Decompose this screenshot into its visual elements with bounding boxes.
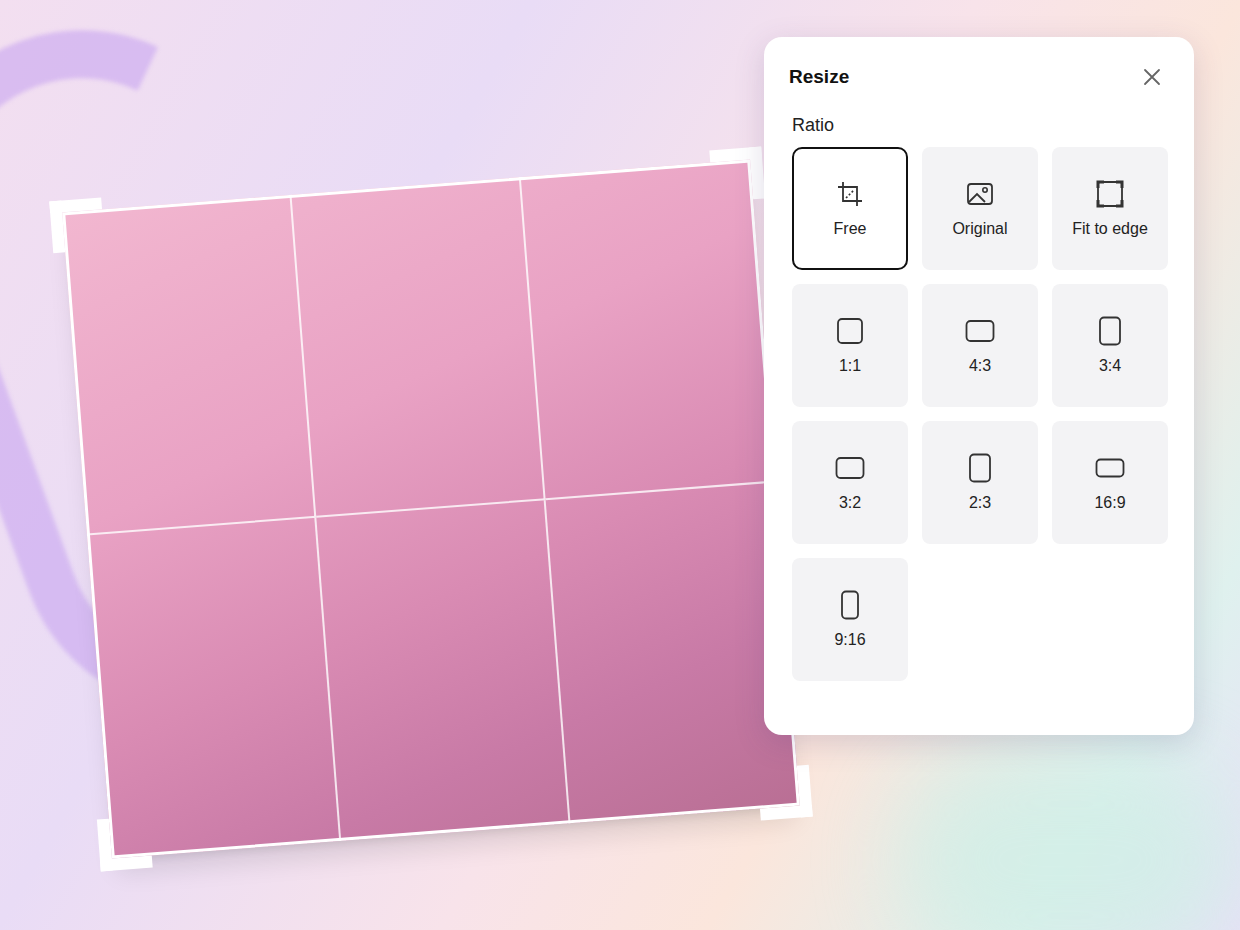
free-ratio-icon bbox=[835, 179, 865, 209]
wide-ratio-icon bbox=[1095, 453, 1125, 483]
ratio-option[interactable]: 1:1 bbox=[792, 284, 908, 407]
ratio-option[interactable]: Fit to edge bbox=[1052, 147, 1168, 270]
ratio-option[interactable]: 2:3 bbox=[922, 421, 1038, 544]
ratio-option[interactable]: Free bbox=[792, 147, 908, 270]
original-ratio-icon bbox=[965, 179, 995, 209]
photo[interactable] bbox=[62, 159, 800, 858]
ratio-label: 1:1 bbox=[839, 356, 861, 376]
square-ratio-icon bbox=[835, 316, 865, 346]
ratio-grid: Free Original Fit to edge 1:1 4:3 3:4 3:2 2:3 16… bbox=[792, 147, 1166, 681]
tall-ratio-icon bbox=[835, 590, 865, 620]
ratio-option[interactable]: 3:4 bbox=[1052, 284, 1168, 407]
ratio-option[interactable]: 16:9 bbox=[1052, 421, 1168, 544]
ratio-option[interactable]: Original bbox=[922, 147, 1038, 270]
portrait-ratio-icon bbox=[965, 453, 995, 483]
crop-handle[interactable] bbox=[757, 765, 813, 821]
ratio-label: 9:16 bbox=[834, 630, 865, 650]
ratio-label: 2:3 bbox=[969, 493, 991, 513]
close-button[interactable] bbox=[1138, 63, 1166, 91]
landscape-ratio-icon bbox=[965, 316, 995, 346]
resize-panel: Resize Ratio Free Original Fit to edge 1:1 4… bbox=[764, 37, 1194, 735]
landscape-ratio-icon bbox=[835, 453, 865, 483]
photo-image bbox=[62, 159, 800, 858]
fit-ratio-icon bbox=[1095, 179, 1125, 209]
panel-header: Resize bbox=[792, 63, 1166, 91]
ratio-label: 4:3 bbox=[969, 356, 991, 376]
crop-handle[interactable] bbox=[49, 197, 105, 253]
ratio-label: 3:4 bbox=[1099, 356, 1121, 376]
ratio-label: 16:9 bbox=[1094, 493, 1125, 513]
close-icon bbox=[1143, 68, 1161, 86]
crop-grid bbox=[62, 159, 800, 858]
ratio-label: Free bbox=[834, 219, 867, 239]
ratio-option[interactable]: 4:3 bbox=[922, 284, 1038, 407]
crop-frame bbox=[62, 159, 800, 858]
crop-handle[interactable] bbox=[97, 816, 153, 872]
section-label: Ratio bbox=[792, 113, 1166, 137]
ratio-option[interactable]: 3:2 bbox=[792, 421, 908, 544]
ratio-label: Original bbox=[952, 219, 1007, 239]
portrait-ratio-icon bbox=[1095, 316, 1125, 346]
ratio-label: 3:2 bbox=[839, 493, 861, 513]
glow bbox=[900, 760, 1240, 930]
panel-title: Resize bbox=[789, 65, 849, 89]
canvas: Resize Ratio Free Original Fit to edge 1:1 4… bbox=[0, 0, 1240, 930]
ratio-label: Fit to edge bbox=[1072, 219, 1148, 239]
ratio-option[interactable]: 9:16 bbox=[792, 558, 908, 681]
crop-handle[interactable] bbox=[709, 147, 765, 203]
